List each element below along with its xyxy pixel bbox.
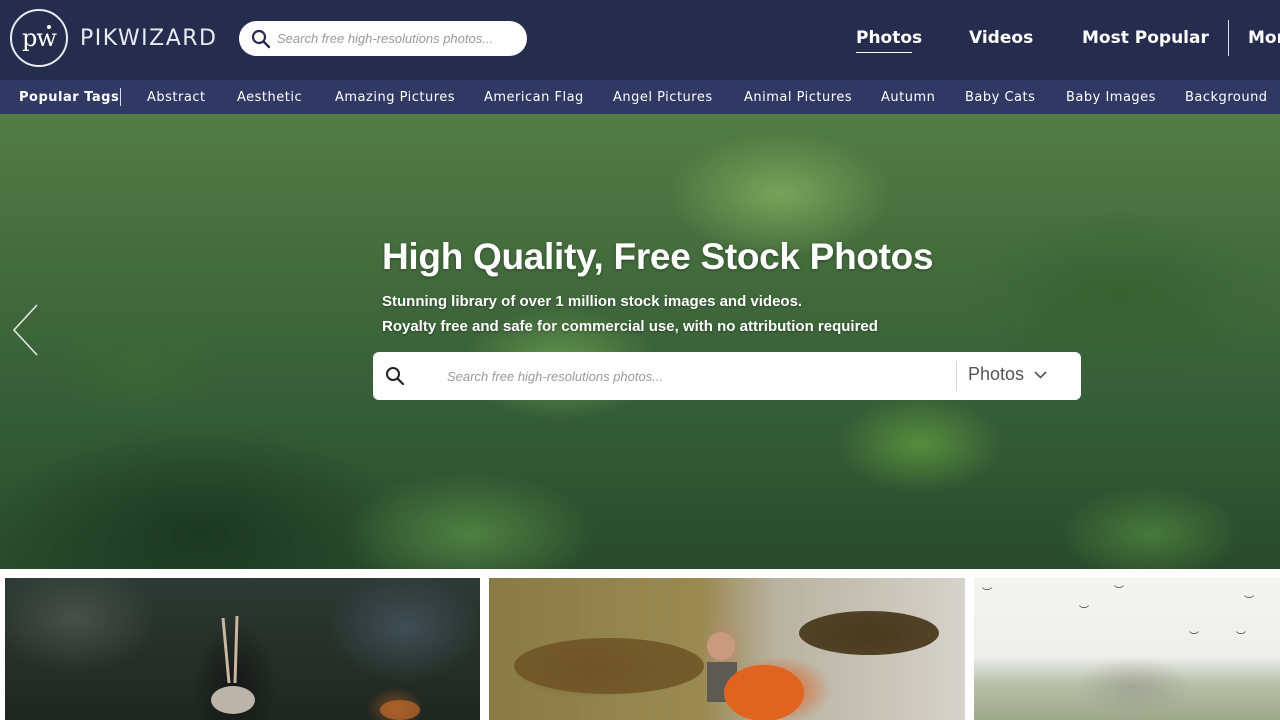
tag-item[interactable]: Aesthetic [237,90,302,105]
logo-mark: pw [10,9,68,67]
logo-mark-text: pw [22,24,57,52]
bird-mark: ︶ [1189,632,1199,643]
tag-item[interactable]: American Flag [484,90,584,105]
photo-thumbnail[interactable] [5,578,480,720]
popular-tags-heading: Popular Tags [19,90,120,105]
tag-item[interactable]: Baby Images [1066,90,1156,105]
search-icon[interactable] [251,29,271,49]
hero-title: High Quality, Free Stock Photos [382,236,934,277]
header-search-input[interactable] [277,31,507,46]
site-header: pw PIKWIZARD Photos Videos Most Popular … [0,0,1280,80]
search-divider [956,361,957,391]
nav-photos[interactable]: Photos [856,28,922,48]
hero-background-image [0,114,1280,569]
antler-skull-image [211,615,420,720]
bird-mark: ︶ [1079,606,1089,617]
logo-text: PIKWIZARD [80,25,218,51]
search-icon[interactable] [385,366,405,386]
hero-subtitle-line2: Royalty free and safe for commercial use… [382,318,878,335]
tag-item[interactable]: Amazing Pictures [335,90,455,105]
chevron-down-icon [1034,370,1047,379]
chevron-left-icon[interactable] [10,302,42,358]
nav-videos[interactable]: Videos [969,28,1033,48]
nav-divider [1228,20,1229,56]
tag-item[interactable]: Background [1185,90,1268,105]
tag-item[interactable]: Abstract [147,90,206,105]
nav-more[interactable]: More [1248,28,1280,48]
photo-thumbnail[interactable] [489,578,965,720]
search-type-value: Photos [968,364,1025,384]
bird-mark: ︶ [982,588,992,599]
nav-most-popular[interactable]: Most Popular [1082,28,1209,48]
hero-search-input[interactable] [447,365,907,387]
bird-mark: ︶ [1244,596,1254,607]
logo[interactable]: pw PIKWIZARD [10,9,218,67]
tag-item[interactable]: Angel Pictures [613,90,713,105]
photo-thumbnail[interactable]: ︶ ︶ ︶ ︶ ︶ ︶ [974,578,1280,720]
drummer-image [514,611,939,720]
nav-active-underline [856,52,912,53]
tag-item[interactable]: Animal Pictures [744,90,852,105]
hero-banner: High Quality, Free Stock Photos Stunning… [0,114,1280,569]
bird-mark: ︶ [1114,586,1124,597]
bird-mark: ︶ [1236,632,1246,643]
tag-item[interactable]: Baby Cats [965,90,1035,105]
popular-tags-bar: Popular Tags Abstract Aesthetic Amazing … [0,80,1280,114]
logo-dot [47,25,51,29]
hero-subtitle-line1: Stunning library of over 1 million stock… [382,293,803,310]
tags-divider [120,88,121,106]
search-type-dropdown[interactable]: Photos [968,364,1047,385]
hero-search-bar: Photos [373,352,1081,400]
header-search [239,21,527,56]
tag-item[interactable]: Autumn [881,90,935,105]
